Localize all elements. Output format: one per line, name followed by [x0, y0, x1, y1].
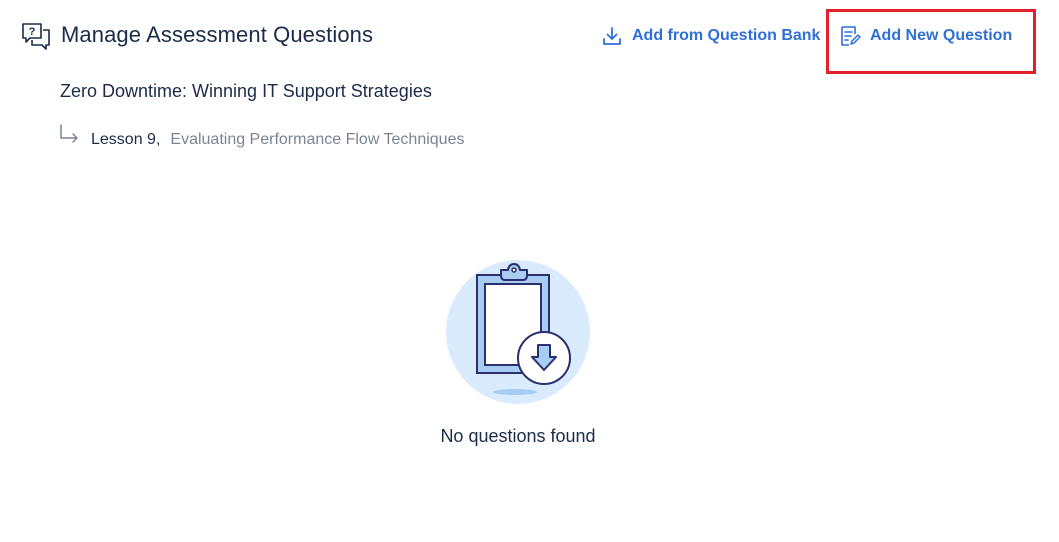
clipboard-download-icon [446, 260, 590, 404]
lesson-number: Lesson 9, [91, 131, 161, 148]
add-new-question-button[interactable]: Add New Question [839, 25, 1012, 47]
add-new-question-label: Add New Question [870, 27, 1013, 44]
edit-document-icon [841, 26, 861, 46]
svg-text:?: ? [29, 26, 36, 38]
question-chat-icon: ? [22, 23, 50, 50]
return-arrow-icon [60, 124, 78, 143]
add-from-question-bank-button[interactable]: Add from Question Bank [601, 25, 820, 47]
page-title: Manage Assessment Questions [61, 22, 374, 47]
add-from-question-bank-label: Add from Question Bank [632, 27, 821, 44]
lesson-name: Evaluating Performance Flow Techniques [170, 131, 465, 148]
download-icon [603, 27, 621, 45]
lesson-breadcrumb: Lesson 9, Evaluating Performance Flow Te… [58, 121, 464, 149]
course-title: Zero Downtime: Winning IT Support Strate… [60, 81, 432, 101]
empty-state-message: No questions found [440, 426, 596, 446]
